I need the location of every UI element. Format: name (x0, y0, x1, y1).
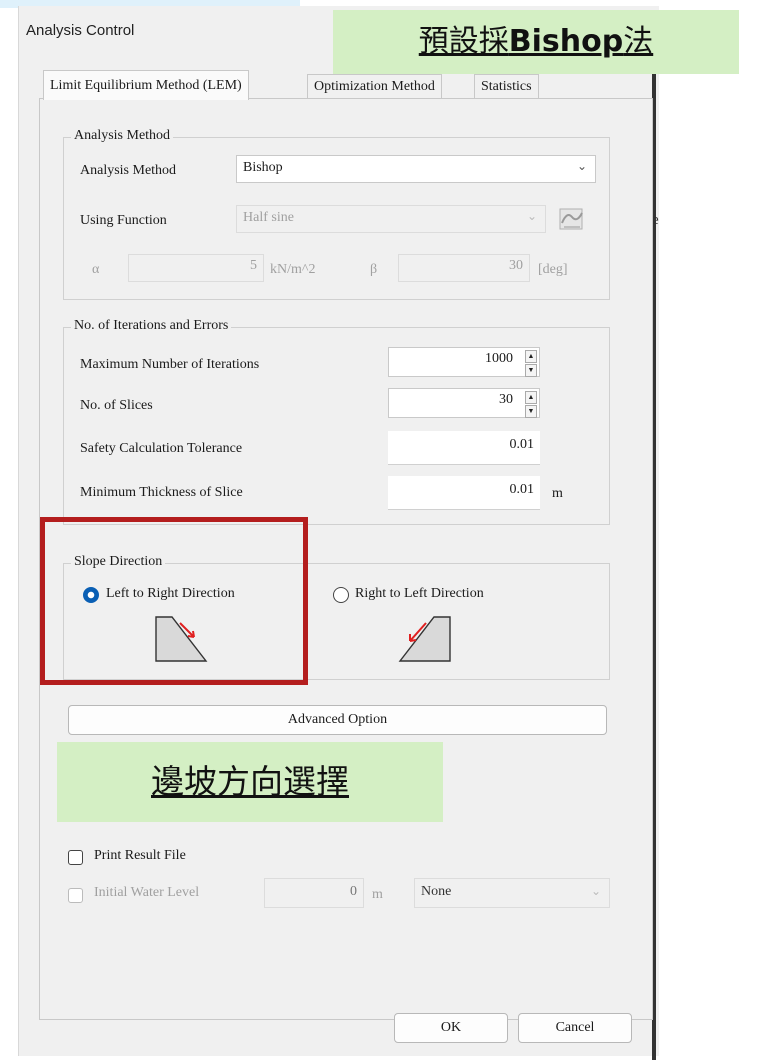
tolerance-value: 0.01 (509, 437, 535, 452)
tab-lem[interactable]: Limit Equilibrium Method (LEM) (43, 70, 249, 100)
water-level-label: Initial Water Level (94, 885, 200, 900)
analysis-method-value: Bishop (243, 160, 283, 175)
background-text-fragment: e (652, 212, 659, 228)
max-iterations-value: 1000 (485, 351, 513, 366)
beta-value: 30 (509, 258, 523, 273)
tolerance-input[interactable]: 0.01 (388, 431, 540, 465)
tab-optimization[interactable]: Optimization Method (307, 74, 442, 99)
chevron-down-icon: ⌄ (590, 884, 601, 898)
print-result-label[interactable]: Print Result File (94, 848, 186, 864)
min-thickness-unit: m (552, 486, 563, 501)
callout-default-method: 預設採Bishop法 (333, 10, 739, 74)
ok-button[interactable]: OK (394, 1013, 508, 1043)
stepper-down-icon[interactable]: ▼ (525, 405, 537, 418)
slices-value: 30 (499, 392, 513, 407)
slices-stepper[interactable]: 30 ▲ ▼ (388, 388, 540, 418)
chevron-down-icon: ⌄ (576, 159, 587, 173)
beta-symbol: β (370, 262, 378, 277)
analysis-method-select[interactable]: Bishop ⌄ (236, 155, 596, 183)
slope-right-to-left-icon (398, 615, 452, 665)
min-thickness-label: Minimum Thickness of Slice (80, 485, 243, 500)
using-function-value: Half sine (243, 210, 294, 225)
water-level-value: 0 (350, 884, 357, 899)
advanced-option-button[interactable]: Advanced Option (68, 705, 607, 735)
beta-input[interactable]: 30 (398, 254, 530, 282)
water-level-dropdown-value: None (421, 884, 452, 899)
alpha-unit: kN/m^2 (270, 262, 316, 277)
max-iterations-stepper[interactable]: 1000 ▲ ▼ (388, 347, 540, 377)
water-level-dropdown[interactable]: None ⌄ (414, 878, 610, 908)
cancel-button[interactable]: Cancel (518, 1013, 632, 1043)
chevron-down-icon: ⌄ (526, 209, 537, 223)
max-iterations-label: Maximum Number of Iterations (80, 357, 260, 372)
iterations-group-title: No. of Iterations and Errors (71, 318, 232, 334)
right-to-left-label[interactable]: Right to Left Direction (355, 586, 484, 602)
stepper-up-icon[interactable]: ▲ (525, 391, 537, 404)
analysis-method-group-title: Analysis Method (71, 128, 174, 144)
alpha-value: 5 (250, 258, 257, 273)
stepper-buttons[interactable]: ▲ ▼ (525, 350, 537, 377)
stepper-buttons[interactable]: ▲ ▼ (525, 391, 537, 418)
beta-unit: [deg] (538, 262, 568, 277)
using-function-select[interactable]: Half sine ⌄ (236, 205, 546, 233)
dialog-title: Analysis Control (26, 22, 135, 39)
stepper-up-icon[interactable]: ▲ (525, 350, 537, 363)
water-level-input[interactable]: 0 (264, 878, 364, 908)
slope-direction-highlight (40, 517, 308, 685)
alpha-input[interactable]: 5 (128, 254, 264, 282)
callout-slope-direction: 邊坡方向選擇 (57, 742, 443, 822)
analysis-method-label: Analysis Method (80, 163, 177, 178)
right-to-left-radio[interactable] (333, 587, 349, 603)
print-result-checkbox[interactable] (68, 850, 83, 865)
using-function-label: Using Function (80, 213, 167, 228)
water-level-checkbox[interactable] (68, 888, 83, 903)
min-thickness-input[interactable]: 0.01 (388, 476, 540, 510)
min-thickness-value: 0.01 (509, 482, 535, 497)
tab-statistics[interactable]: Statistics (474, 74, 539, 99)
slices-label: No. of Slices (80, 398, 153, 413)
water-level-unit: m (372, 887, 383, 902)
tolerance-label: Safety Calculation Tolerance (80, 441, 243, 456)
function-graph-icon[interactable] (556, 205, 588, 233)
stepper-down-icon[interactable]: ▼ (525, 364, 537, 377)
alpha-symbol: α (92, 262, 100, 277)
